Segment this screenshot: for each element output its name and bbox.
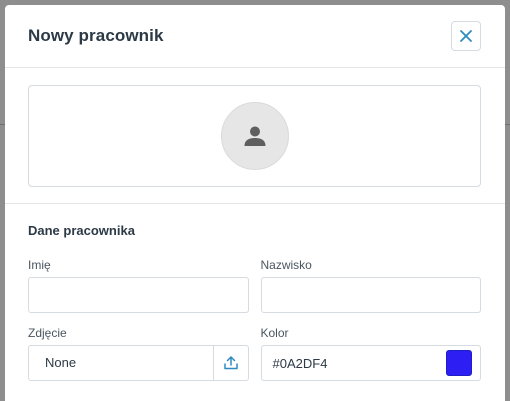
user-icon	[244, 126, 265, 146]
color-field: Kolor #0A2DF4	[260, 326, 481, 381]
close-icon	[460, 30, 472, 42]
modal-title: Nowy pracownik	[28, 26, 164, 45]
employee-form: Dane pracownika Imię Nazwisko Zdjęcie No…	[5, 204, 505, 381]
photo-preview[interactable]	[28, 85, 481, 187]
color-label: Kolor	[260, 326, 289, 340]
modal-header: Nowy pracownik	[5, 5, 505, 68]
color-input[interactable]: #0A2DF4	[260, 345, 481, 381]
close-button[interactable]	[451, 21, 481, 51]
avatar	[220, 102, 289, 170]
section-title: Dane pracownika	[28, 223, 135, 238]
photo-file-input[interactable]: None	[28, 345, 249, 381]
color-value: #0A2DF4	[272, 355, 328, 371]
photo-color-row: Zdjęcie None Kolor #0A2DF4	[28, 326, 481, 381]
last-name-input[interactable]	[260, 277, 481, 313]
last-name-field: Nazwisko	[260, 258, 481, 313]
new-employee-modal: Nowy pracownik Dane pracownika Imię Nazw…	[5, 5, 505, 401]
first-name-label: Imię	[28, 258, 51, 272]
photo-section	[5, 68, 505, 204]
upload-icon	[223, 356, 238, 370]
photo-field: Zdjęcie None	[28, 326, 249, 381]
name-row: Imię Nazwisko	[28, 258, 481, 313]
first-name-field: Imię	[28, 258, 249, 313]
upload-button[interactable]	[212, 346, 248, 380]
last-name-label: Nazwisko	[260, 258, 312, 272]
color-swatch[interactable]	[446, 350, 472, 376]
photo-label: Zdjęcie	[28, 326, 67, 340]
backdrop-divider-right	[505, 124, 510, 125]
photo-file-name: None	[45, 355, 77, 370]
first-name-input[interactable]	[28, 277, 249, 313]
